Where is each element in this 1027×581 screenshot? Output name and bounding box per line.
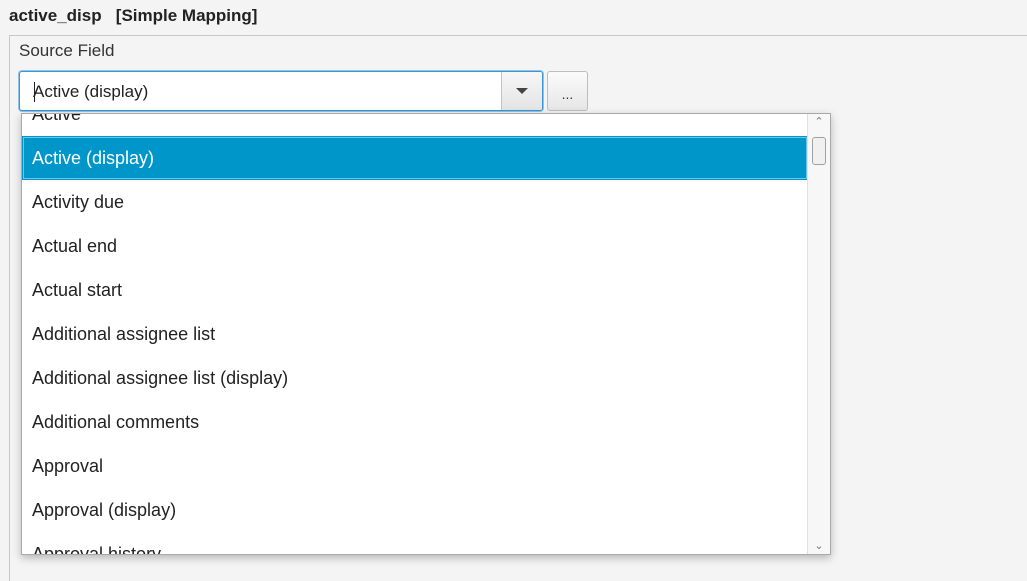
mapping-type: [Simple Mapping]	[115, 6, 258, 25]
list-item-selected[interactable]: Active (display)	[22, 136, 808, 180]
source-field-value[interactable]: Active (display)	[33, 82, 148, 102]
chevron-down-icon[interactable]: ⌄	[808, 538, 830, 554]
list-item[interactable]: Additional assignee list (display)	[22, 356, 808, 400]
list-item[interactable]: Approval history	[22, 532, 808, 554]
chevron-up-icon[interactable]: ⌃	[808, 114, 830, 130]
field-name: active_disp	[9, 6, 102, 25]
list-item[interactable]: Actual end	[22, 224, 808, 268]
list-item[interactable]: Activity due	[22, 180, 808, 224]
list-item[interactable]: Approval	[22, 444, 808, 488]
source-field-dropdown-list[interactable]: Active Active (display) Activity due Act…	[21, 113, 831, 555]
list-item[interactable]: Additional comments	[22, 400, 808, 444]
dropdown-toggle-button[interactable]	[501, 72, 542, 110]
vertical-scrollbar[interactable]: ⌃ ⌄	[807, 114, 830, 554]
list-item[interactable]: Actual start	[22, 268, 808, 312]
source-field-combobox[interactable]: Active (display)	[19, 71, 543, 111]
list-item[interactable]: Additional assignee list	[22, 312, 808, 356]
list-item[interactable]: Approval (display)	[22, 488, 808, 532]
browse-button[interactable]: ...	[547, 71, 588, 111]
list-item[interactable]: Active	[22, 114, 808, 136]
mapping-title: active_disp [Simple Mapping]	[9, 6, 257, 28]
text-caret	[34, 82, 35, 102]
source-field-label: Source Field	[19, 41, 115, 60]
scrollbar-thumb[interactable]	[812, 137, 826, 165]
dropdown-items: Active Active (display) Activity due Act…	[22, 114, 808, 554]
chevron-down-icon	[516, 88, 528, 94]
